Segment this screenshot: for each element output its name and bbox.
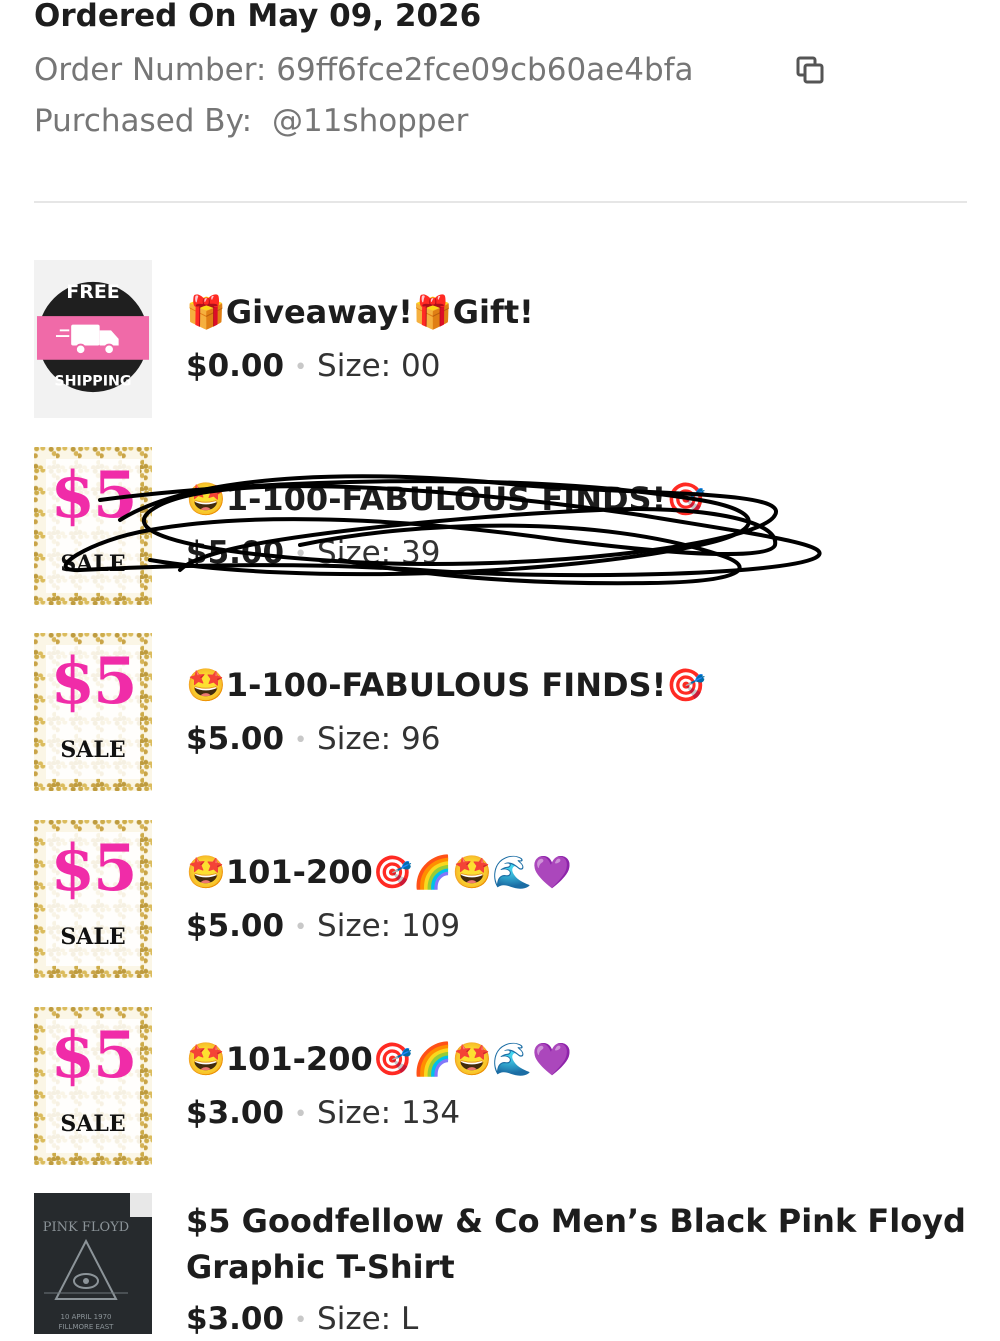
separator-dot: • [294, 1101, 308, 1127]
purchased-by: Purchased By: @11shopper [34, 101, 468, 141]
item-thumbnail-tshirt[interactable]: PINK FLOYD 10 APRIL 1970 FILLMORE EAST [34, 1193, 152, 1334]
item-thumbnail-sale[interactable]: $5 SALE [34, 447, 152, 605]
item-size: Size: 134 [317, 1095, 461, 1131]
item-title[interactable]: 🎁Giveaway!🎁Gift! [186, 292, 534, 332]
shirt-band-text: PINK FLOYD [43, 1220, 129, 1235]
item-thumbnail-sale[interactable]: $5 SALE [34, 1007, 152, 1165]
order-date-title: Ordered On May 09, 2026 [34, 0, 482, 34]
item-size: Size: L [317, 1301, 419, 1337]
separator-dot: • [294, 727, 308, 753]
item-title[interactable]: 🤩101-200🎯🌈🤩🌊💜 [186, 852, 572, 892]
item-price: $0.00 [186, 348, 285, 384]
item-price: $3.00 [186, 1095, 285, 1131]
sale-text: SALE [60, 1111, 126, 1137]
order-number-label: Order Number: [34, 52, 267, 88]
item-meta: $5.00 • Size: 109 [186, 906, 460, 948]
item-title[interactable]: 🤩1-100-FABULOUS FINDS!🎯 [186, 665, 706, 705]
order-number[interactable]: Order Number: 69ff6fce2fce09cb60ae4bfa [34, 50, 694, 90]
item-size: Size: 39 [317, 535, 441, 571]
separator-dot: • [294, 914, 308, 940]
item-meta: $3.00 • Size: L [186, 1299, 418, 1341]
item-size: Size: 96 [317, 721, 441, 757]
sale-text: SALE [60, 737, 126, 763]
shipping-text: SHIPPING [54, 373, 131, 389]
purchased-by-label: Purchased By: [34, 103, 253, 139]
item-thumbnail-sale[interactable]: $5 SALE [34, 820, 152, 978]
separator-dot: • [294, 541, 308, 567]
five-dollar-text: $5 [50, 458, 137, 533]
item-size: Size: 00 [317, 348, 441, 384]
free-text: FREE [66, 281, 119, 303]
five-dollar-text: $5 [50, 644, 137, 719]
item-title[interactable]: 🤩1-100-FABULOUS FINDS!🎯 [186, 479, 706, 519]
purchased-by-username[interactable]: @11shopper [272, 103, 468, 139]
item-thumbnail-sale[interactable]: $5 SALE [34, 633, 152, 791]
header-divider [34, 201, 967, 203]
order-number-value[interactable]: 69ff6fce2fce09cb60ae4bfa [276, 52, 693, 88]
free-shipping-badge: FREE SHIPPING [36, 281, 150, 393]
item-meta: $5.00 • Size: 96 [186, 719, 440, 761]
five-dollar-text: $5 [50, 831, 137, 906]
item-price: $3.00 [186, 1301, 285, 1337]
separator-dot: • [294, 354, 308, 380]
item-size: Size: 109 [317, 908, 461, 944]
shirt-venue-text: FILLMORE EAST [59, 1323, 115, 1331]
item-price: $5.00 [186, 908, 285, 944]
item-meta: $3.00 • Size: 134 [186, 1093, 460, 1135]
item-meta: $5.00 • Size: 39 [186, 533, 440, 575]
sale-text: SALE [60, 551, 126, 577]
item-price: $5.00 [186, 721, 285, 757]
item-meta: $0.00 • Size: 00 [186, 346, 440, 388]
five-dollar-text: $5 [50, 1018, 137, 1093]
copy-order-number-button[interactable] [794, 54, 828, 88]
sale-text: SALE [60, 924, 126, 950]
item-title[interactable]: 🤩101-200🎯🌈🤩🌊💜 [186, 1039, 572, 1079]
copy-icon [796, 56, 824, 84]
item-thumbnail-free-shipping[interactable]: FREE SHIPPING [34, 260, 152, 418]
item-title-line-1[interactable]: $5 Goodfellow & Co Men’s Black Pink Floy… [186, 1201, 966, 1241]
separator-dot: • [294, 1307, 308, 1333]
pink-floyd-shirt-image: PINK FLOYD 10 APRIL 1970 FILLMORE EAST [34, 1193, 152, 1334]
item-title-line-2[interactable]: Graphic T-Shirt [186, 1247, 455, 1287]
item-price: $5.00 [186, 535, 285, 571]
shirt-date-text: 10 APRIL 1970 [60, 1313, 111, 1321]
